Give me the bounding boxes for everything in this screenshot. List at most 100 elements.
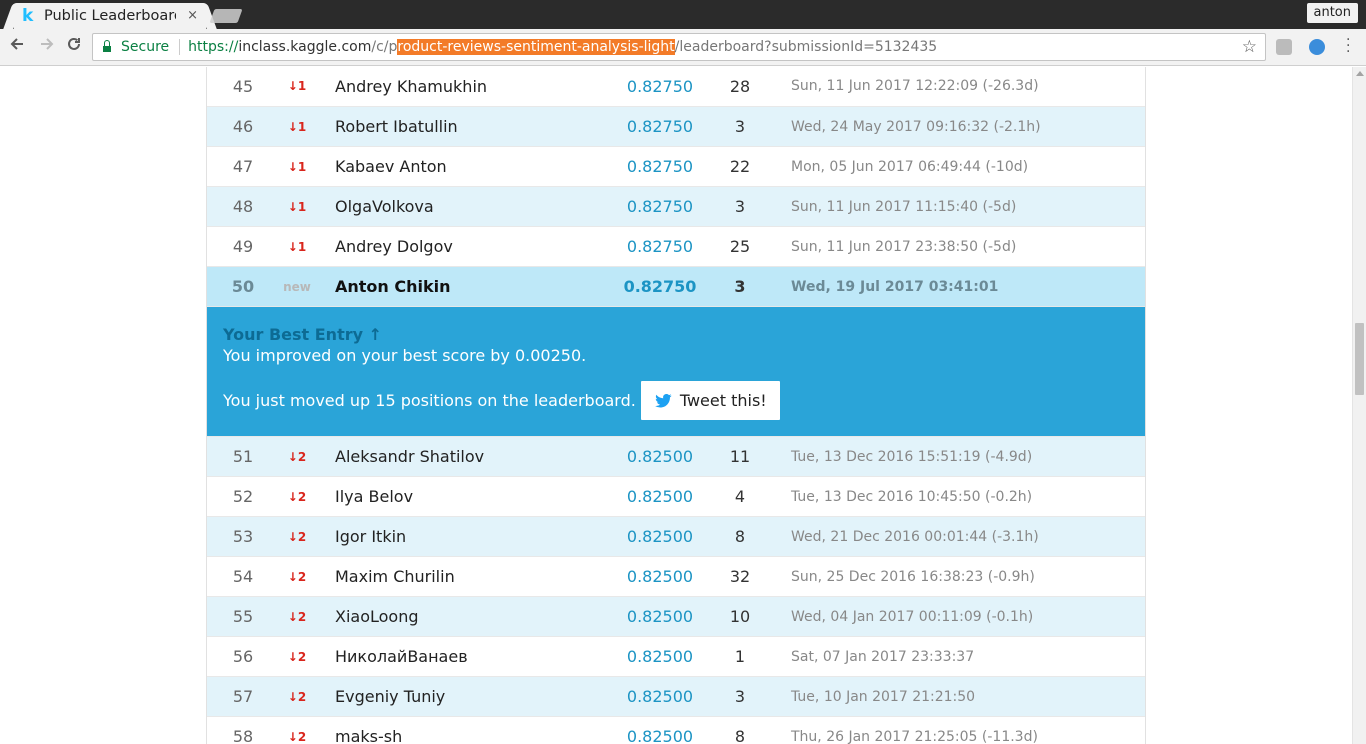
scroll-up-arrow-icon[interactable] <box>1356 71 1364 76</box>
profile-button[interactable]: anton <box>1306 3 1358 23</box>
last-submission-cell: Wed, 04 Jan 2017 00:11:09 (-0.1h) <box>791 608 1034 625</box>
team-name-cell[interactable]: Robert Ibatullin <box>315 117 615 136</box>
my-leaderboard-row[interactable]: 50 new Anton Chikin 0.82750 3 Wed, 19 Ju… <box>207 267 1145 307</box>
url-path-after: /leaderboard?submissionId=5132435 <box>674 39 938 55</box>
leaderboard-row[interactable]: 54 ↓2 Maxim Churilin 0.82500 32 Sun, 25 Dec 2… <box>207 557 1145 597</box>
change-cell: ↓2 <box>287 649 307 664</box>
team-name-cell[interactable]: XiaoLoong <box>315 607 615 626</box>
tab-bar: k Public Leaderboard × anton <box>0 0 1366 29</box>
new-tab-button[interactable] <box>209 9 243 23</box>
team-name-cell[interactable]: Andrey Khamukhin <box>315 77 615 96</box>
change-cell: ↓2 <box>287 529 307 544</box>
entries-cell: 8 <box>734 727 746 744</box>
entries-cell: 3 <box>734 197 746 216</box>
browser-toolbar: Secure https://inclass.kaggle.com/c/prod… <box>0 29 1366 66</box>
entries-cell: 3 <box>734 117 746 136</box>
team-name-cell[interactable]: Andrey Dolgov <box>315 237 615 256</box>
url-scheme: https:// <box>188 39 239 55</box>
rank-cell: 47 <box>232 157 254 176</box>
change-cell: ↓2 <box>287 689 307 704</box>
team-name-cell[interactable]: Ilya Belov <box>315 487 615 506</box>
reload-icon[interactable] <box>63 36 85 58</box>
team-name-cell[interactable]: НиколайВанаев <box>315 647 615 666</box>
tab-public-leaderboard[interactable]: k Public Leaderboard × <box>14 3 206 29</box>
page-scrollbar[interactable] <box>1352 67 1366 744</box>
team-name-cell[interactable]: Igor Itkin <box>315 527 615 546</box>
secure-label: Secure <box>121 39 170 55</box>
leaderboard-row[interactable]: 51 ↓2 Aleksandr Shatilov 0.82500 11 Tue, 13 D… <box>207 437 1145 477</box>
extension-icon[interactable] <box>1309 39 1325 55</box>
leaderboard-row[interactable]: 46 ↓1 Robert Ibatullin 0.82750 3 Wed, 24 May … <box>207 107 1145 147</box>
rank-cell: 56 <box>232 647 254 666</box>
team-name-cell[interactable]: OlgaVolkova <box>315 197 615 216</box>
rank-cell: 53 <box>232 527 254 546</box>
team-name-cell[interactable]: Evgeniy Tuniy <box>315 687 615 706</box>
page-content: 45 ↓1 Andrey Khamukhin 0.82750 28 Sun, 11 Jun… <box>0 67 1352 744</box>
team-name-cell[interactable]: Maxim Churilin <box>315 567 615 586</box>
leaderboard-table: 45 ↓1 Andrey Khamukhin 0.82750 28 Sun, 11 Jun… <box>206 67 1146 744</box>
forward-arrow-icon[interactable] <box>36 36 58 58</box>
last-submission-cell: Sun, 25 Dec 2016 16:38:23 (-0.9h) <box>791 568 1035 585</box>
improved-score-text: You improved on your best score by 0.002… <box>223 346 587 365</box>
leaderboard-row[interactable]: 55 ↓2 XiaoLoong 0.82500 10 Wed, 04 Jan 2017 0… <box>207 597 1145 637</box>
last-submission-cell: Sat, 07 Jan 2017 23:33:37 <box>791 648 975 665</box>
leaderboard-row[interactable]: 56 ↓2 НиколайВанаев 0.82500 1 Sat, 07 Jan 201… <box>207 637 1145 677</box>
last-submission-cell: Thu, 26 Jan 2017 21:25:05 (-11.3d) <box>791 728 1038 744</box>
last-submission-cell: Sun, 11 Jun 2017 23:38:50 (-5d) <box>791 238 1017 255</box>
rss-extension-icon[interactable] <box>1276 39 1292 55</box>
last-submission-cell: Sun, 11 Jun 2017 11:15:40 (-5d) <box>791 198 1017 215</box>
leaderboard-row[interactable]: 53 ↓2 Igor Itkin 0.82500 8 Wed, 21 Dec 2016 0… <box>207 517 1145 557</box>
entries-cell: 10 <box>729 607 751 626</box>
leaderboard-row[interactable]: 57 ↓2 Evgeniy Tuniy 0.82500 3 Tue, 10 Jan 201… <box>207 677 1145 717</box>
tweet-this-button[interactable]: Tweet this! <box>640 381 780 420</box>
change-cell: new <box>283 279 311 294</box>
url-host: inclass.kaggle.com <box>238 39 372 55</box>
last-submission-cell: Wed, 19 Jul 2017 03:41:01 <box>791 278 999 295</box>
entries-cell: 4 <box>734 487 746 506</box>
change-cell: ↓2 <box>287 569 307 584</box>
leaderboard-row[interactable]: 45 ↓1 Andrey Khamukhin 0.82750 28 Sun, 11 Jun… <box>207 67 1145 107</box>
score-cell: 0.82750 <box>626 237 694 256</box>
change-cell: ↓1 <box>287 239 307 254</box>
tab-close-icon[interactable]: × <box>187 8 198 23</box>
entries-cell: 11 <box>729 447 751 466</box>
last-submission-cell: Mon, 05 Jun 2017 06:49:44 (-10d) <box>791 158 1029 175</box>
leaderboard-row[interactable]: 58 ↓2 maks-sh 0.82500 8 Thu, 26 Jan 2017 21:2… <box>207 717 1145 744</box>
back-arrow-icon[interactable] <box>6 36 28 58</box>
last-submission-cell: Wed, 24 May 2017 09:16:32 (-2.1h) <box>791 118 1041 135</box>
rank-cell: 55 <box>232 607 254 626</box>
address-bar[interactable]: Secure https://inclass.kaggle.com/c/prod… <box>92 33 1266 61</box>
team-name-cell[interactable]: Anton Chikin <box>315 277 615 296</box>
browser-menu-icon[interactable]: · · · <box>1346 33 1350 59</box>
tab-title: Public Leaderboard <box>44 8 176 24</box>
team-name-cell[interactable]: Kabaev Anton <box>315 157 615 176</box>
leaderboard-row[interactable]: 49 ↓1 Andrey Dolgov 0.82750 25 Sun, 11 Jun 20… <box>207 227 1145 267</box>
score-cell: 0.82500 <box>626 607 694 626</box>
change-cell: ↓1 <box>287 79 307 93</box>
change-cell: ↓1 <box>287 199 307 214</box>
kaggle-favicon-icon: k <box>22 6 34 26</box>
leaderboard-row[interactable]: 48 ↓1 OlgaVolkova 0.82750 3 Sun, 11 Jun 2017 … <box>207 187 1145 227</box>
team-name-cell[interactable]: Aleksandr Shatilov <box>315 447 615 466</box>
rank-cell: 54 <box>232 567 254 586</box>
rank-cell: 49 <box>232 237 254 256</box>
moved-up-text: You just moved up 15 positions on the le… <box>223 391 636 410</box>
rank-cell: 46 <box>232 117 254 136</box>
entries-cell: 8 <box>734 527 746 546</box>
bookmark-star-icon[interactable]: ☆ <box>1242 37 1257 57</box>
last-submission-cell: Wed, 21 Dec 2016 00:01:44 (-3.1h) <box>791 528 1039 545</box>
score-cell: 0.82500 <box>626 727 694 744</box>
score-cell: 0.82750 <box>623 277 697 296</box>
rows-before-group: 45 ↓1 Andrey Khamukhin 0.82750 28 Sun, 11 Jun… <box>207 67 1145 267</box>
change-cell: ↓2 <box>287 609 307 624</box>
url-text[interactable]: https://inclass.kaggle.com/c/product-rev… <box>188 39 937 55</box>
scrollbar-thumb[interactable] <box>1355 323 1364 395</box>
change-cell: ↓1 <box>287 119 307 134</box>
leaderboard-row[interactable]: 52 ↓2 Ilya Belov 0.82500 4 Tue, 13 Dec 2016 1… <box>207 477 1145 517</box>
leaderboard-row[interactable]: 47 ↓1 Kabaev Anton 0.82750 22 Mon, 05 Jun 201… <box>207 147 1145 187</box>
best-entry-title: Your Best Entry ↑ <box>223 325 383 344</box>
team-name-cell[interactable]: maks-sh <box>315 727 615 744</box>
lock-icon <box>103 40 111 52</box>
score-cell: 0.82750 <box>626 157 694 176</box>
rank-cell: 51 <box>232 447 254 466</box>
